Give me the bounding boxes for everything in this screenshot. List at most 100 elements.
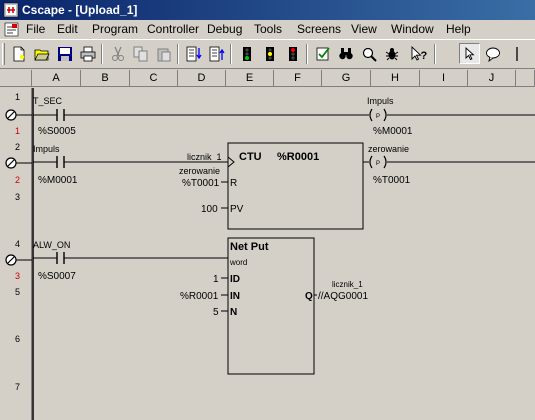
ctu-title: CTU <box>239 151 262 163</box>
menu-tools[interactable]: Tools <box>254 22 282 36</box>
line-number-5: 5 <box>15 287 20 297</box>
menu-controller[interactable]: Controller <box>147 22 199 36</box>
menu-debug[interactable]: Debug <box>207 22 242 36</box>
menu-edit[interactable]: Edit <box>57 22 78 36</box>
rung-2: Impuls %M0001 CTU %R0001 R PV licznik_1 … <box>33 142 535 230</box>
net-put-pin-id: ID <box>230 274 240 285</box>
net-put-output-address: //AQG0001 <box>318 291 368 302</box>
menu-help[interactable]: Help <box>446 22 471 36</box>
column-header-c[interactable]: C <box>130 70 178 87</box>
ladder-canvas[interactable]: T_SEC %S0005 P Impuls %M0001 Impuls %M00… <box>32 88 535 420</box>
document-system-icon[interactable] <box>4 22 19 37</box>
rung-1-disabled-icon[interactable] <box>5 109 17 121</box>
signal-green-icon[interactable] <box>236 43 257 64</box>
column-header-f[interactable]: F <box>274 70 322 87</box>
line-number-7: 7 <box>15 382 20 392</box>
contact-t-sec-label: T_SEC <box>33 96 63 106</box>
select-arrow-icon[interactable] <box>459 43 480 64</box>
toolbar-grip[interactable] <box>2 43 5 65</box>
paste-icon[interactable] <box>153 43 174 64</box>
menu-bar: File Edit Program Controller Debug Tools… <box>0 20 535 39</box>
menu-window[interactable]: Window <box>391 22 434 36</box>
print-icon[interactable] <box>77 43 98 64</box>
net-put-subtitle: word <box>229 258 247 267</box>
rung-4: ALW_ON %S0007 Net Put word ID IN N Q 1 %… <box>33 237 368 375</box>
bug-icon[interactable] <box>381 43 402 64</box>
rung-number-1: 1 <box>15 92 20 102</box>
menu-screens[interactable]: Screens <box>297 22 341 36</box>
sort-down-icon[interactable] <box>183 43 204 64</box>
column-header: A B C D E F G H I J <box>0 70 535 88</box>
column-header-i[interactable]: I <box>420 70 468 87</box>
column-header-h[interactable]: H <box>371 70 420 87</box>
net-put-function-block[interactable]: Net Put word ID IN N Q <box>227 237 315 375</box>
net-put-pin-q: Q <box>305 291 313 302</box>
column-header-e[interactable]: E <box>226 70 274 87</box>
toolbar-separator <box>177 44 179 64</box>
signal-yellow-icon[interactable] <box>259 43 280 64</box>
new-icon[interactable] <box>8 43 29 64</box>
contact-t-sec-address: %S0005 <box>38 126 76 137</box>
rung-number-2: 2 <box>15 142 20 152</box>
ctu-reset-address: %T0001 <box>182 178 220 189</box>
toolbar-separator <box>306 44 308 64</box>
column-header-j[interactable]: J <box>468 70 516 87</box>
column-header-k[interactable] <box>516 70 535 87</box>
coil-impuls[interactable]: P <box>369 108 387 122</box>
ctu-function-block[interactable]: CTU %R0001 R PV <box>227 142 364 230</box>
column-header-g[interactable]: G <box>322 70 371 87</box>
coil-impuls-address: %M0001 <box>373 126 413 137</box>
header-corner <box>0 70 32 87</box>
column-header-a[interactable]: A <box>32 70 81 87</box>
verify-icon[interactable] <box>312 43 333 64</box>
binoculars-icon[interactable] <box>335 43 356 64</box>
contact-impuls[interactable] <box>56 156 65 168</box>
net-put-n-value: 5 <box>213 307 219 318</box>
contact-impuls-label: Impuls <box>33 144 60 154</box>
rung-sub-1: 1 <box>15 126 20 136</box>
ctu-reset-label: zerowanie <box>179 166 220 176</box>
sort-up-icon[interactable] <box>206 43 227 64</box>
rung-4-disabled-icon[interactable] <box>5 254 17 266</box>
menu-program[interactable]: Program <box>92 22 138 36</box>
title-bar: Cscape - [Upload_1] <box>0 0 535 20</box>
contact-alw-on[interactable] <box>56 252 65 264</box>
signal-red-icon[interactable] <box>282 43 303 64</box>
column-header-d[interactable]: D <box>178 70 226 87</box>
toolbar-separator <box>434 44 436 64</box>
svg-text:?: ? <box>420 50 427 62</box>
net-put-id-value: 1 <box>213 274 219 285</box>
vertical-line-icon[interactable] <box>506 43 527 64</box>
coil-zerowanie-glyph: P <box>376 161 380 167</box>
row-gutter: 1 1 2 2 3 4 3 5 6 7 <box>0 88 32 420</box>
window-title: Cscape - [Upload_1] <box>22 3 138 17</box>
coil-zerowanie-address: %T0001 <box>373 175 411 186</box>
save-icon[interactable] <box>54 43 75 64</box>
menu-view[interactable]: View <box>351 22 377 36</box>
magnify-icon[interactable] <box>358 43 379 64</box>
coil-zerowanie[interactable]: P <box>369 155 387 169</box>
help-pointer-icon[interactable]: ? <box>408 43 429 64</box>
cscape-app-icon[interactable] <box>3 2 19 18</box>
net-put-title: Net Put <box>230 241 269 253</box>
column-header-b[interactable]: B <box>81 70 130 87</box>
copy-icon[interactable] <box>130 43 151 64</box>
toolbar-separator <box>230 44 232 64</box>
ctu-pin-r: R <box>230 178 237 189</box>
net-put-pin-n: N <box>230 307 237 318</box>
open-icon[interactable] <box>31 43 52 64</box>
contact-t-sec[interactable] <box>56 109 65 121</box>
main-toolbar: ? <box>0 39 535 69</box>
rung-number-4: 4 <box>15 239 20 249</box>
ctu-register: %R0001 <box>277 151 319 163</box>
net-put-output-name: licznik_1 <box>332 280 363 289</box>
ctu-pin-pv: PV <box>230 204 244 215</box>
cut-icon[interactable] <box>107 43 128 64</box>
line-number-3: 3 <box>15 192 20 202</box>
comment-icon[interactable] <box>482 43 503 64</box>
menu-file[interactable]: File <box>26 22 45 36</box>
rung-2-disabled-icon[interactable] <box>5 157 17 169</box>
ctu-input-label: licznik_1 <box>187 152 222 162</box>
coil-impuls-label: Impuls <box>367 96 394 106</box>
contact-alw-on-label: ALW_ON <box>33 240 70 250</box>
